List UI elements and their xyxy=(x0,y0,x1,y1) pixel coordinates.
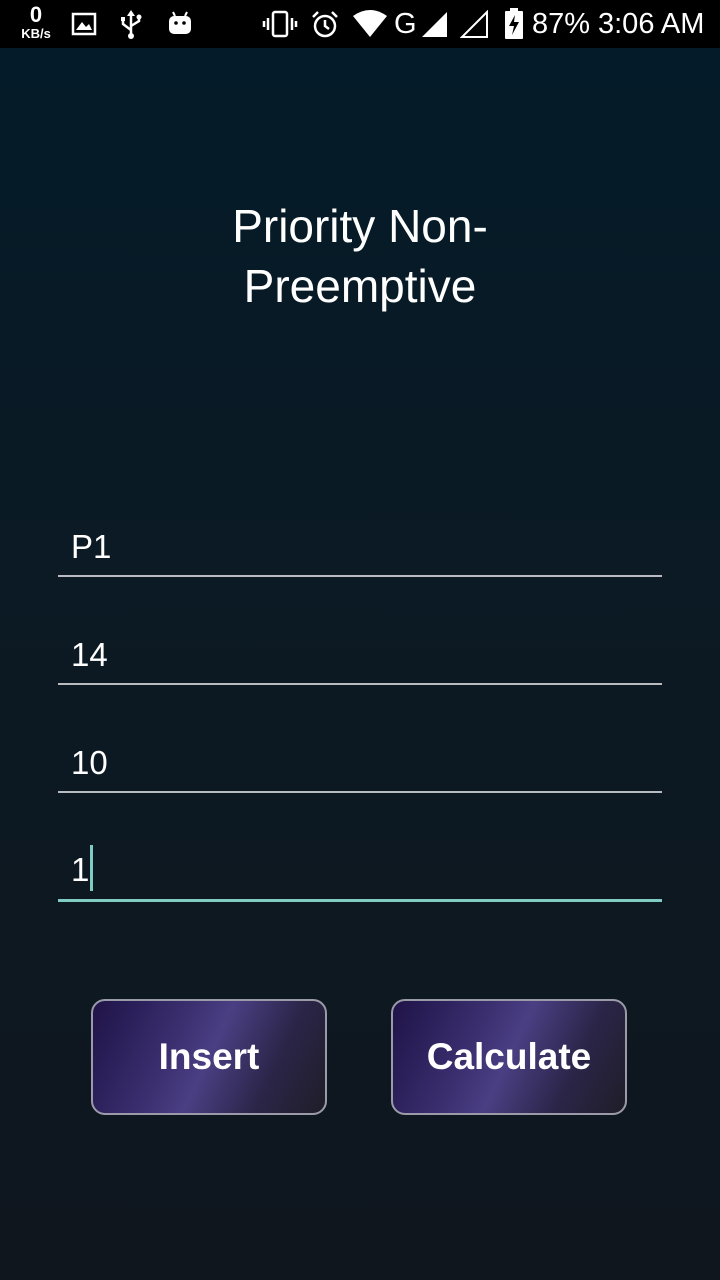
calculate-button[interactable]: Calculate xyxy=(391,999,627,1115)
arrival-time-field[interactable]: 10 xyxy=(58,735,662,793)
vibrate-icon xyxy=(262,10,298,38)
priority-value-wrap: 1 xyxy=(71,845,94,891)
clock: 3:06 AM xyxy=(598,8,705,40)
android-debug-icon xyxy=(169,11,191,34)
text-cursor xyxy=(90,845,94,891)
network-type-label: G xyxy=(394,8,417,40)
alarm-icon xyxy=(312,11,338,38)
battery-percentage: 87% xyxy=(532,8,591,40)
signal-empty-icon xyxy=(460,10,488,38)
network-speed: 0 KB/s xyxy=(16,2,56,41)
network-speed-unit: KB/s xyxy=(21,26,51,41)
process-name-field[interactable]: P1 xyxy=(58,519,662,577)
app-screen: Priority Non- Preemptive P1 14 10 1 Inse… xyxy=(0,48,720,1280)
status-bar: 0 KB/s G 87% 3:06 AM xyxy=(0,0,720,48)
insert-button[interactable]: Insert xyxy=(91,999,327,1115)
priority-value: 1 xyxy=(71,851,90,888)
page-title-line-1: Priority Non- xyxy=(232,200,488,252)
signal-strength-icon xyxy=(422,12,447,37)
network-speed-value: 0 xyxy=(29,2,43,27)
page-title-line-2: Preemptive xyxy=(243,260,477,312)
burst-time-value: 14 xyxy=(71,636,108,673)
battery-charging-icon xyxy=(505,8,523,39)
process-name-value: P1 xyxy=(71,528,112,565)
priority-field[interactable]: 1 xyxy=(58,843,662,902)
wifi-icon xyxy=(353,10,387,37)
arrival-time-value: 10 xyxy=(71,744,108,781)
image-icon xyxy=(71,12,97,36)
page-title: Priority Non- Preemptive xyxy=(0,196,720,316)
usb-icon xyxy=(121,10,142,39)
burst-time-field[interactable]: 14 xyxy=(58,627,662,685)
